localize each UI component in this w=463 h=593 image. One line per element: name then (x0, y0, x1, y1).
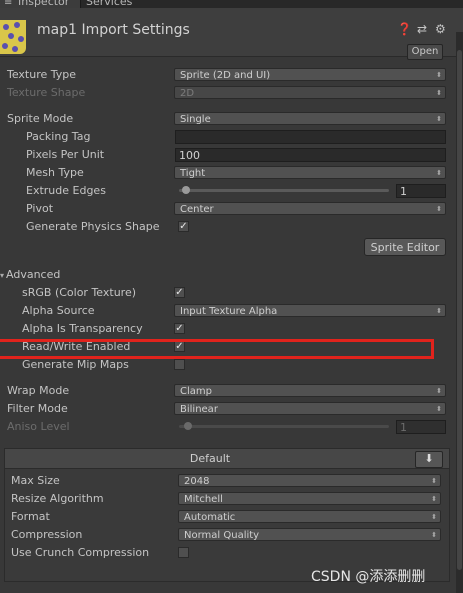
extrude-edges-label: Extrude Edges (26, 184, 106, 197)
filter-mode-label: Filter Mode (7, 402, 68, 415)
wrap-mode-label: Wrap Mode (7, 384, 70, 397)
crunch-compression-checkbox[interactable] (178, 547, 189, 558)
alpha-transparency-checkbox[interactable]: ✓ (174, 323, 185, 334)
dropdown-arrow-icon: ⬍ (436, 405, 442, 413)
download-icon[interactable]: ⬇ (415, 451, 443, 468)
dropdown-arrow-icon: ⬍ (431, 477, 437, 485)
alpha-source-value: Input Texture Alpha (180, 306, 278, 317)
dropdown-arrow-icon: ⬍ (431, 513, 437, 521)
texture-type-dropdown[interactable]: Sprite (2D and UI) ⬍ (174, 68, 446, 81)
dropdown-arrow-icon: ⬍ (436, 387, 442, 395)
sprite-mode-value: Single (180, 114, 211, 125)
highlight-annotation-box (0, 339, 434, 359)
pivot-dropdown[interactable]: Center ⬍ (174, 202, 446, 215)
mip-maps-checkbox[interactable] (174, 359, 185, 370)
extrude-edges-slider[interactable] (179, 189, 389, 192)
aniso-level-slider-handle (184, 422, 192, 430)
format-label: Format (11, 510, 50, 523)
foldout-arrow-icon: ▾ (0, 271, 5, 280)
format-dropdown[interactable]: Automatic ⬍ (178, 510, 441, 523)
texture-thumbnail (0, 20, 26, 54)
alpha-transparency-label: Alpha Is Transparency (22, 322, 143, 335)
filter-mode-value: Bilinear (180, 404, 218, 415)
max-size-dropdown[interactable]: 2048 ⬍ (178, 474, 441, 487)
pixels-per-unit-label: Pixels Per Unit (26, 148, 105, 161)
scrollbar-thumb[interactable] (457, 50, 462, 570)
resize-algorithm-value: Mitchell (184, 494, 223, 505)
compression-dropdown[interactable]: Normal Quality ⬍ (178, 528, 441, 541)
settings-sliders-icon[interactable]: ⇄ (417, 22, 427, 36)
open-button[interactable]: Open (407, 44, 443, 60)
texture-type-label: Texture Type (7, 68, 77, 81)
aniso-level-slider (179, 425, 389, 428)
dropdown-arrow-icon: ⬍ (431, 531, 437, 539)
srgb-label: sRGB (Color Texture) (22, 286, 137, 299)
sprite-mode-dropdown[interactable]: Single ⬍ (174, 112, 446, 125)
mesh-type-dropdown[interactable]: Tight ⬍ (174, 166, 446, 179)
crunch-compression-label: Use Crunch Compression (11, 546, 150, 559)
dropdown-arrow-icon: ⬍ (431, 495, 437, 503)
resize-algorithm-dropdown[interactable]: Mitchell ⬍ (178, 492, 441, 505)
tab-inspector-label: Inspector (18, 0, 70, 8)
pivot-label: Pivot (26, 202, 54, 215)
watermark-text: CSDN @添添删删 (311, 569, 426, 585)
aniso-level-label: Aniso Level (7, 420, 70, 433)
wrap-mode-value: Clamp (180, 386, 212, 397)
alpha-source-label: Alpha Source (22, 304, 95, 317)
compression-label: Compression (11, 528, 83, 541)
page-title: map1 Import Settings (37, 22, 190, 38)
physics-shape-checkbox[interactable]: ✓ (178, 221, 189, 232)
gear-icon[interactable]: ⚙ (435, 22, 446, 36)
dropdown-arrow-icon: ⬍ (436, 89, 442, 97)
texture-shape-dropdown: 2D ⬍ (174, 86, 446, 99)
mesh-type-value: Tight (180, 168, 206, 179)
compression-value: Normal Quality (184, 530, 260, 541)
tab-default[interactable]: Default (5, 449, 415, 468)
resize-algorithm-label: Resize Algorithm (11, 492, 104, 505)
dropdown-arrow-icon: ⬍ (436, 169, 442, 177)
aniso-level-input: 1 (396, 420, 446, 434)
texture-type-value: Sprite (2D and UI) (180, 70, 271, 81)
dropdown-arrow-icon: ⬍ (436, 115, 442, 123)
format-value: Automatic (184, 512, 236, 523)
advanced-foldout[interactable]: ▾ Advanced (0, 268, 60, 281)
max-size-label: Max Size (11, 474, 60, 487)
mip-maps-label: Generate Mip Maps (22, 358, 129, 371)
help-icon[interactable]: ❓ (397, 22, 412, 36)
sprite-editor-button[interactable]: Sprite Editor (364, 238, 446, 256)
dropdown-arrow-icon: ⬍ (436, 307, 442, 315)
pivot-value: Center (180, 204, 214, 215)
tab-inspector[interactable]: ≡ Inspector (0, 0, 81, 8)
mesh-type-label: Mesh Type (26, 166, 84, 179)
platform-tab-bar: Default ⬇ (5, 449, 449, 469)
texture-shape-label: Texture Shape (7, 86, 86, 99)
srgb-checkbox[interactable]: ✓ (174, 287, 185, 298)
alpha-source-dropdown[interactable]: Input Texture Alpha ⬍ (174, 304, 446, 317)
packing-tag-input[interactable] (175, 130, 446, 144)
pixels-per-unit-input[interactable]: 100 (175, 148, 446, 162)
physics-shape-label: Generate Physics Shape (26, 220, 160, 233)
dropdown-arrow-icon: ⬍ (436, 71, 442, 79)
inspector-header: map1 Import Settings ❓ ⇄ ⚙ Open (0, 8, 463, 60)
extrude-edges-slider-handle[interactable] (182, 186, 190, 194)
tab-strip: ≡ Inspector Services (0, 0, 463, 8)
sprite-mode-label: Sprite Mode (7, 112, 74, 125)
max-size-value: 2048 (184, 476, 210, 487)
platform-settings-panel: Default ⬇ Max Size 2048 ⬍ Resize Algorith… (4, 448, 450, 582)
wrap-mode-dropdown[interactable]: Clamp ⬍ (174, 384, 446, 397)
extrude-edges-input[interactable]: 1 (396, 184, 446, 198)
tab-services[interactable]: Services (80, 0, 138, 8)
filter-mode-dropdown[interactable]: Bilinear ⬍ (174, 402, 446, 415)
texture-shape-value: 2D (180, 88, 195, 99)
dropdown-arrow-icon: ⬍ (436, 205, 442, 213)
advanced-label: Advanced (6, 268, 61, 281)
packing-tag-label: Packing Tag (26, 130, 91, 143)
